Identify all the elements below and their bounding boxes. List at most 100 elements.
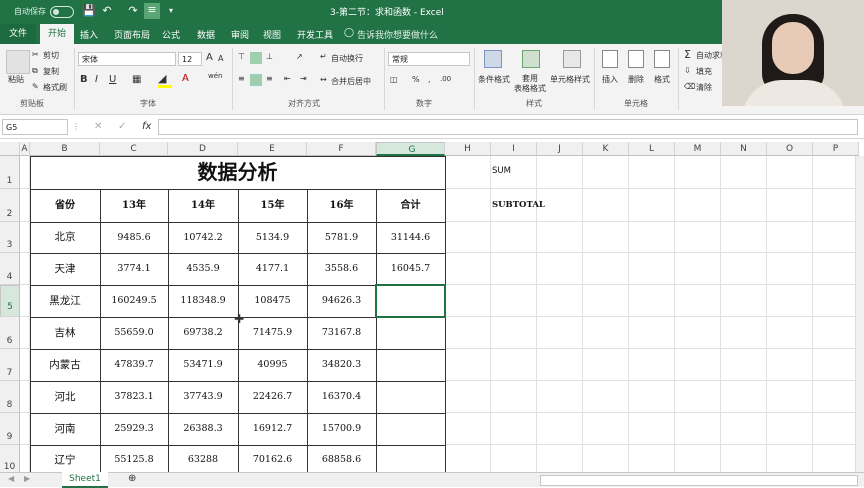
value-cell[interactable]: 5134.9 <box>238 222 307 253</box>
province-cell[interactable]: 河南 <box>30 413 100 445</box>
column-header-f[interactable]: F <box>307 142 376 156</box>
format-cells-button[interactable]: 格式 <box>654 74 670 85</box>
row-header-1[interactable]: 1 <box>0 156 20 189</box>
row-header-10[interactable]: 10 <box>0 445 20 472</box>
value-cell[interactable]: 108475 <box>238 285 307 317</box>
add-sheet-icon[interactable]: ⊕ <box>128 473 136 484</box>
tab-developer[interactable]: 开发工具 <box>297 28 333 41</box>
bold-button[interactable]: B <box>80 74 88 85</box>
format-painter-button[interactable]: 格式刷 <box>43 82 67 93</box>
column-header-k[interactable]: K <box>583 142 629 156</box>
value-cell[interactable]: 47839.7 <box>100 349 168 381</box>
align-left-icon[interactable]: ≡ <box>238 74 245 83</box>
row-header-5[interactable]: 5 <box>0 285 20 317</box>
value-cell[interactable]: 37743.9 <box>168 381 238 413</box>
insert-cells-button[interactable]: 插入 <box>602 74 618 85</box>
name-box[interactable]: G5 <box>2 119 68 135</box>
autosave-toggle[interactable] <box>50 6 74 18</box>
fill-button[interactable]: 填充 <box>696 66 712 77</box>
horizontal-scrollbar[interactable] <box>540 475 858 486</box>
currency-icon[interactable]: ◫ <box>390 75 398 84</box>
save-icon[interactable]: 💾 <box>82 4 96 18</box>
column-header-d[interactable]: D <box>168 142 238 156</box>
font-size-select[interactable]: 12 <box>178 52 202 66</box>
align-center-icon[interactable] <box>250 74 262 86</box>
value-cell[interactable]: 4535.9 <box>168 253 238 285</box>
column-header-a[interactable]: A <box>20 142 30 156</box>
tab-file[interactable]: 文件 <box>0 24 36 44</box>
value-cell[interactable]: 40995 <box>238 349 307 381</box>
table-header-cell[interactable]: 15年 <box>238 189 307 222</box>
value-cell[interactable]: 69738.2 <box>168 317 238 349</box>
number-format-select[interactable]: 常规 <box>388 52 470 66</box>
column-header-n[interactable]: N <box>721 142 767 156</box>
table-header-cell[interactable]: 14年 <box>168 189 238 222</box>
merge-center-button[interactable]: 合并后居中 <box>331 76 371 87</box>
clear-button[interactable]: 清除 <box>696 82 712 93</box>
table-header-cell[interactable]: 13年 <box>100 189 168 222</box>
formula-input[interactable] <box>158 119 858 135</box>
value-cell[interactable] <box>376 349 445 381</box>
value-cell[interactable]: 70162.6 <box>238 445 307 472</box>
font-name-select[interactable]: 宋体 <box>78 52 176 66</box>
decrease-indent-icon[interactable]: ⇤ <box>284 74 291 83</box>
column-header-m[interactable]: M <box>675 142 721 156</box>
align-top-icon[interactable]: ⊤ <box>238 52 245 61</box>
row-header-7[interactable]: 7 <box>0 349 20 381</box>
column-header-e[interactable]: E <box>238 142 307 156</box>
align-right-icon[interactable]: ≡ <box>266 74 273 83</box>
value-cell[interactable]: 53471.9 <box>168 349 238 381</box>
value-cell[interactable] <box>376 445 445 472</box>
column-header-l[interactable]: L <box>629 142 675 156</box>
redo-icon[interactable]: ↷ <box>126 4 140 18</box>
province-cell[interactable]: 天津 <box>30 253 100 285</box>
format-as-table-button[interactable]: 套用 表格格式 <box>512 74 548 94</box>
value-cell[interactable]: 118348.9 <box>168 285 238 317</box>
row-header-3[interactable]: 3 <box>0 222 20 253</box>
italic-button[interactable]: I <box>95 74 98 85</box>
value-cell[interactable]: 37823.1 <box>100 381 168 413</box>
align-middle-icon[interactable] <box>250 52 262 64</box>
table-header-cell[interactable]: 省份 <box>30 189 100 222</box>
column-header-b[interactable]: B <box>30 142 100 156</box>
insert-function-button[interactable]: fx <box>142 121 151 132</box>
align-bottom-icon[interactable]: ⊥ <box>266 52 273 61</box>
tab-page-layout[interactable]: 页面布局 <box>114 28 150 41</box>
fill-color-icon[interactable]: ◢ <box>158 72 166 85</box>
percent-button[interactable]: % <box>412 75 420 84</box>
row-header-9[interactable]: 9 <box>0 413 20 445</box>
cell-styles-button[interactable]: 单元格样式 <box>550 74 590 85</box>
prev-sheet-icon[interactable]: ◀ <box>8 474 14 483</box>
row-header-6[interactable]: 6 <box>0 317 20 349</box>
column-header-c[interactable]: C <box>100 142 168 156</box>
tell-me-input[interactable]: 告诉我你想要做什么 <box>357 28 438 41</box>
borders-icon[interactable]: ▦ <box>132 74 141 85</box>
value-cell[interactable]: 94626.3 <box>307 285 376 317</box>
row-header-4[interactable]: 4 <box>0 253 20 285</box>
value-cell[interactable]: 63288 <box>168 445 238 472</box>
next-sheet-icon[interactable]: ▶ <box>24 474 30 483</box>
value-cell[interactable]: 15700.9 <box>307 413 376 445</box>
value-cell[interactable]: 25929.3 <box>100 413 168 445</box>
cancel-icon[interactable]: ✕ <box>94 121 102 132</box>
value-cell[interactable] <box>376 413 445 445</box>
value-cell[interactable]: 3774.1 <box>100 253 168 285</box>
underline-button[interactable]: U <box>109 74 116 85</box>
select-all-corner[interactable] <box>0 142 20 156</box>
column-header-p[interactable]: P <box>813 142 859 156</box>
shrink-font-button[interactable]: A <box>218 54 223 63</box>
value-cell[interactable]: 71475.9 <box>238 317 307 349</box>
row-header-2[interactable]: 2 <box>0 189 20 222</box>
value-cell[interactable]: 73167.8 <box>307 317 376 349</box>
grow-font-button[interactable]: A <box>206 52 213 63</box>
table-header-cell[interactable]: 16年 <box>307 189 376 222</box>
province-cell[interactable]: 黑龙江 <box>30 285 100 317</box>
column-header-j[interactable]: J <box>537 142 583 156</box>
spreadsheet-grid[interactable]: ABCDEFGHIJKLMNOP 1 2 3 4 5 6 7 8 9 10 数据分析 省份 13年 14… <box>0 142 864 472</box>
value-cell[interactable]: 55125.8 <box>100 445 168 472</box>
value-cell[interactable]: 26388.3 <box>168 413 238 445</box>
increase-indent-icon[interactable]: ⇥ <box>300 74 307 83</box>
phonetic-button[interactable]: wén <box>208 72 222 80</box>
province-cell[interactable]: 吉林 <box>30 317 100 349</box>
copy-button[interactable]: 复制 <box>43 66 59 77</box>
